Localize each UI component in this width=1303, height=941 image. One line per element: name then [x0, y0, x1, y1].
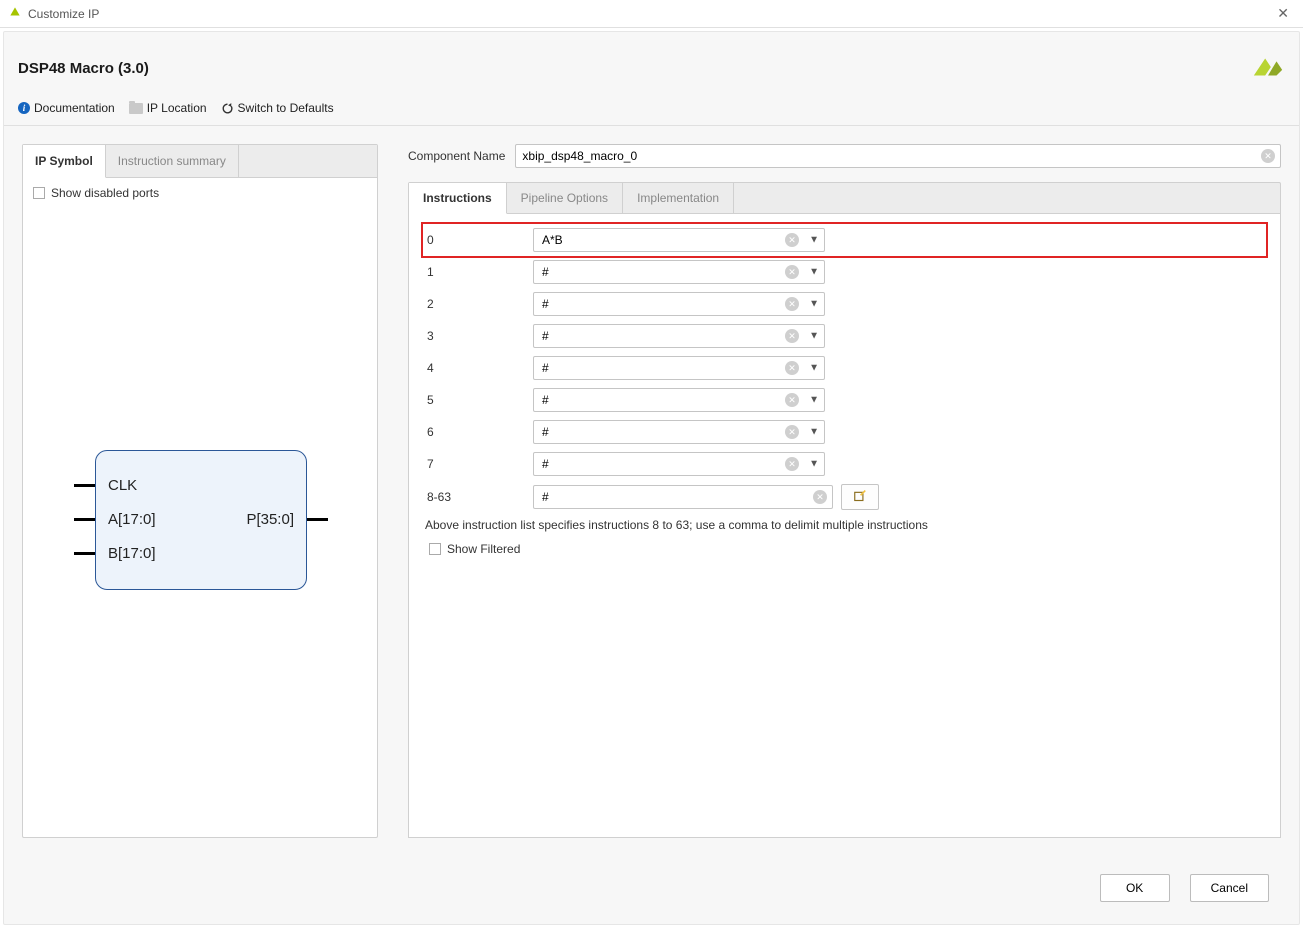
- chevron-down-icon[interactable]: ▼: [809, 331, 819, 342]
- clear-icon[interactable]: ✕: [785, 329, 799, 343]
- instruction-index: 3: [423, 329, 533, 343]
- clear-icon[interactable]: ✕: [1261, 149, 1275, 163]
- folder-icon: [129, 103, 143, 114]
- documentation-label: Documentation: [34, 101, 115, 115]
- instruction-row-4: 4 ✕ ▼: [423, 356, 1266, 380]
- clear-icon[interactable]: ✕: [813, 490, 827, 504]
- toolbar: i Documentation IP Location Switch to De…: [4, 97, 1299, 126]
- instruction-row-0: 0 ✕ ▼: [423, 224, 1266, 256]
- instruction-input-2[interactable]: [533, 292, 825, 316]
- ip-location-label: IP Location: [147, 101, 207, 115]
- chevron-down-icon[interactable]: ▼: [809, 267, 819, 278]
- clear-icon[interactable]: ✕: [785, 457, 799, 471]
- ip-location-link[interactable]: IP Location: [129, 101, 207, 115]
- clear-icon[interactable]: ✕: [785, 297, 799, 311]
- instruction-row-1: 1 ✕ ▼: [423, 260, 1266, 284]
- documentation-link[interactable]: i Documentation: [18, 101, 115, 115]
- instruction-input-7[interactable]: [533, 452, 825, 476]
- instruction-input-5[interactable]: [533, 388, 825, 412]
- instructions-body: 0 ✕ ▼ 1 ✕ ▼ 2: [408, 214, 1281, 838]
- component-name-label: Component Name: [408, 149, 505, 163]
- content: DSP48 Macro (3.0) i Documentation IP Loc…: [3, 31, 1300, 925]
- chevron-down-icon[interactable]: ▼: [809, 299, 819, 310]
- tab-implementation[interactable]: Implementation: [623, 183, 734, 213]
- instruction-index: 0: [423, 233, 533, 247]
- instruction-index: 2: [423, 297, 533, 311]
- port-b: B[17:0]: [108, 545, 156, 562]
- instruction-index: 5: [423, 393, 533, 407]
- dialog-footer: OK Cancel: [4, 856, 1299, 924]
- instruction-row-3: 3 ✕ ▼: [423, 324, 1266, 348]
- clear-icon[interactable]: ✕: [785, 265, 799, 279]
- window-title: Customize IP: [28, 7, 1271, 21]
- pin-a: [74, 518, 96, 521]
- show-disabled-ports-checkbox[interactable]: Show disabled ports: [33, 186, 367, 200]
- tab-ip-symbol[interactable]: IP Symbol: [23, 145, 106, 178]
- instruction-input-6[interactable]: [533, 420, 825, 444]
- vendor-logo-icon: [1251, 50, 1285, 87]
- instruction-index: 7: [423, 457, 533, 471]
- component-name-input[interactable]: [515, 144, 1281, 168]
- port-p: P[35:0]: [246, 511, 294, 528]
- cancel-button[interactable]: Cancel: [1190, 874, 1269, 902]
- right-panel: Component Name ✕ Instructions Pipeline O…: [408, 144, 1281, 838]
- clear-icon[interactable]: ✕: [785, 393, 799, 407]
- chevron-down-icon[interactable]: ▼: [809, 235, 819, 246]
- port-clk: CLK: [108, 477, 137, 494]
- close-icon[interactable]: ✕: [1271, 5, 1295, 22]
- instruction-index: 8-63: [423, 490, 533, 504]
- instruction-input-bulk[interactable]: [533, 485, 833, 509]
- chevron-down-icon[interactable]: ▼: [809, 363, 819, 374]
- pin-clk: [74, 484, 96, 487]
- instruction-input-4[interactable]: [533, 356, 825, 380]
- title-bar: Customize IP ✕: [0, 0, 1303, 28]
- switch-defaults-link[interactable]: Switch to Defaults: [221, 101, 334, 115]
- instruction-row-7: 7 ✕ ▼: [423, 452, 1266, 476]
- instruction-input-0[interactable]: [533, 228, 825, 252]
- page-title: DSP48 Macro (3.0): [18, 60, 1251, 77]
- instruction-index: 4: [423, 361, 533, 375]
- switch-defaults-label: Switch to Defaults: [238, 101, 334, 115]
- tab-instruction-summary[interactable]: Instruction summary: [106, 145, 239, 177]
- pin-b: [74, 552, 96, 555]
- pin-p: [306, 518, 328, 521]
- instruction-index: 1: [423, 265, 533, 279]
- port-a: A[17:0]: [108, 511, 156, 528]
- ip-symbol-body: Show disabled ports CLK A[17:0] B[17:0] …: [23, 178, 377, 837]
- show-disabled-ports-label: Show disabled ports: [51, 186, 159, 200]
- ok-button[interactable]: OK: [1100, 874, 1170, 902]
- checkbox-icon: [33, 187, 45, 199]
- instruction-row-bulk: 8-63 ✕: [423, 484, 1266, 510]
- tab-pipeline-options[interactable]: Pipeline Options: [507, 183, 623, 213]
- show-filtered-checkbox[interactable]: Show Filtered: [429, 542, 1266, 556]
- edit-bulk-button[interactable]: [841, 484, 879, 510]
- refresh-icon: [221, 102, 234, 115]
- table-edit-icon: [853, 490, 867, 504]
- clear-icon[interactable]: ✕: [785, 425, 799, 439]
- bulk-hint: Above instruction list specifies instruc…: [425, 518, 1266, 532]
- left-tab-bar: IP Symbol Instruction summary: [23, 145, 377, 178]
- instruction-index: 6: [423, 425, 533, 439]
- left-panel: IP Symbol Instruction summary Show disab…: [22, 144, 378, 838]
- ip-symbol-block: CLK A[17:0] B[17:0] P[35:0]: [95, 450, 307, 590]
- instruction-row-2: 2 ✕ ▼: [423, 292, 1266, 316]
- instruction-row-6: 6 ✕ ▼: [423, 420, 1266, 444]
- chevron-down-icon[interactable]: ▼: [809, 459, 819, 470]
- chevron-down-icon[interactable]: ▼: [809, 395, 819, 406]
- checkbox-icon: [429, 543, 441, 555]
- instruction-input-1[interactable]: [533, 260, 825, 284]
- clear-icon[interactable]: ✕: [785, 361, 799, 375]
- right-tab-bar: Instructions Pipeline Options Implementa…: [408, 182, 1281, 214]
- instruction-row-5: 5 ✕ ▼: [423, 388, 1266, 412]
- clear-icon[interactable]: ✕: [785, 233, 799, 247]
- info-icon: i: [18, 102, 30, 114]
- chevron-down-icon[interactable]: ▼: [809, 427, 819, 438]
- tab-instructions[interactable]: Instructions: [409, 183, 507, 214]
- show-filtered-label: Show Filtered: [447, 542, 520, 556]
- app-logo-icon: [8, 5, 22, 22]
- instruction-input-3[interactable]: [533, 324, 825, 348]
